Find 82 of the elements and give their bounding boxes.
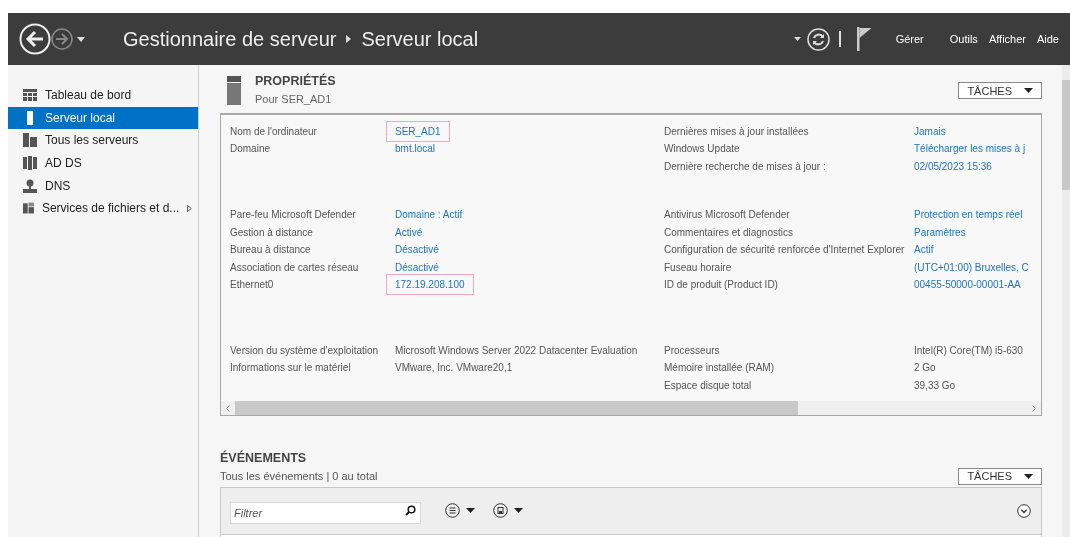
server-icon — [227, 76, 241, 106]
property-value: Microsoft Windows Server 2022 Datacenter Evaluation — [395, 343, 638, 358]
section-title: PROPRIÉTÉS — [255, 72, 336, 90]
property-value: VMware, Inc. VMware20,1 — [395, 361, 513, 375]
property-link[interactable]: 172.19.208.100 — [386, 274, 474, 295]
property-label: Nom de l'ordinateur — [230, 124, 318, 139]
section-title: ÉVÉNEMENTS — [220, 449, 308, 468]
property-label: Domaine — [230, 142, 272, 156]
caret-icon[interactable] — [77, 36, 85, 42]
property-link[interactable]: bmt.local — [395, 141, 435, 156]
property-link[interactable]: Domaine : Actif — [395, 207, 463, 222]
menu-item[interactable]: Afficher — [988, 30, 1026, 48]
expand-arrow-icon[interactable] — [187, 203, 192, 213]
refresh-icon[interactable] — [806, 27, 830, 51]
property-label: Dernière recherche de mises à jour : — [664, 159, 827, 174]
property-link[interactable]: Désactivé — [395, 259, 439, 275]
property-label: Association de cartes réseau — [230, 260, 360, 275]
sidebar-item[interactable]: DNS — [8, 174, 198, 197]
property-link[interactable]: Jamais — [914, 123, 946, 139]
property-label: Informations sur le matériel — [230, 361, 352, 375]
directory-icon — [23, 156, 37, 171]
breadcrumb-item[interactable]: Gestionnaire de serveur — [123, 24, 337, 54]
property-label: Espace disque total — [664, 378, 753, 393]
section-subtitle: Pour SER_AD1 — [255, 91, 333, 107]
sidebar-item[interactable]: Tableau de bord — [8, 84, 198, 107]
tasks-dropdown[interactable]: TÂCHES — [958, 82, 1042, 100]
filter-field[interactable]: Filtrer — [230, 501, 421, 524]
property-label: Dernières mises à jour installées — [664, 124, 810, 139]
property-label: Processeurs — [664, 343, 721, 358]
property-label: Pare-feu Microsoft Defender — [230, 208, 357, 222]
property-label: Antivirus Microsoft Defender — [664, 208, 791, 222]
property-link[interactable]: Activé — [395, 224, 423, 240]
scrollbar[interactable] — [1062, 65, 1070, 537]
property-value: Intel(R) Core(TM) i5-630 — [914, 343, 1023, 358]
save-dropdown[interactable] — [493, 503, 523, 518]
menu-item[interactable]: Gérer — [895, 30, 924, 48]
property-link[interactable]: Télécharger les mises à j — [914, 141, 1026, 156]
menu-item[interactable]: Outils — [949, 30, 978, 48]
property-link[interactable]: SER_AD1 — [386, 120, 450, 142]
property-value: 39,33 Go — [914, 378, 956, 393]
property-label: Windows Update — [664, 142, 741, 156]
caret-icon — [1024, 473, 1033, 479]
servers-icon — [23, 133, 37, 148]
list-view-dropdown[interactable] — [445, 503, 475, 518]
sidebar-item[interactable]: Serveur local — [8, 106, 198, 130]
tasks-dropdown[interactable]: TÂCHES — [958, 467, 1042, 485]
breadcrumb-separator-icon — [346, 35, 352, 43]
network-icon — [23, 178, 37, 193]
property-label: Bureau à distance — [230, 243, 312, 257]
sidebar-item[interactable]: AD DS — [8, 151, 198, 175]
caret-icon — [466, 508, 475, 513]
property-link[interactable]: Désactivé — [395, 242, 439, 257]
property-link[interactable]: Paramètres — [914, 224, 966, 240]
property-link[interactable]: Actif — [914, 242, 934, 257]
section-subtitle: Tous les événements | 0 au total — [220, 469, 378, 484]
grid-icon — [23, 89, 37, 102]
property-link[interactable]: 02/05/2023 15:36 — [914, 158, 992, 174]
flag-icon[interactable] — [856, 27, 872, 51]
list-icon — [445, 503, 460, 518]
property-value: 2 Go — [914, 361, 936, 375]
caret-icon — [1024, 88, 1033, 94]
property-label: Mémoire installée (RAM) — [664, 361, 776, 375]
property-label: Commentaires et diagnostics — [664, 225, 794, 240]
menu-item[interactable]: Aide — [1036, 30, 1059, 48]
property-label: Ethernet0 — [230, 278, 275, 292]
property-label: ID de produit (Product ID) — [664, 278, 779, 292]
expand-chevron-icon[interactable] — [1017, 503, 1031, 518]
caret-icon — [514, 508, 523, 513]
search-icon[interactable] — [405, 504, 416, 516]
caret-icon[interactable] — [793, 37, 801, 41]
property-label: Fuseau horaire — [664, 260, 733, 275]
property-label: Version du système d'exploitation — [230, 343, 380, 358]
property-label: Gestion à distance — [230, 225, 314, 240]
property-label: Configuration de sécurité renforcée d'Internet Explorer — [664, 243, 906, 257]
property-link[interactable]: 00455-50000-00001-AA — [914, 277, 1021, 292]
save-icon — [493, 503, 508, 518]
file-server-icon — [23, 201, 34, 216]
sidebar-item[interactable]: Services de fichiers et d... — [8, 196, 198, 220]
property-link[interactable]: (UTC+01:00) Bruxelles, C — [914, 259, 1029, 275]
property-link[interactable]: Protection en temps réel — [914, 207, 1023, 222]
sidebar-item[interactable]: Tous les serveurs — [8, 129, 198, 152]
breadcrumb-item: Serveur local — [361, 27, 479, 52]
